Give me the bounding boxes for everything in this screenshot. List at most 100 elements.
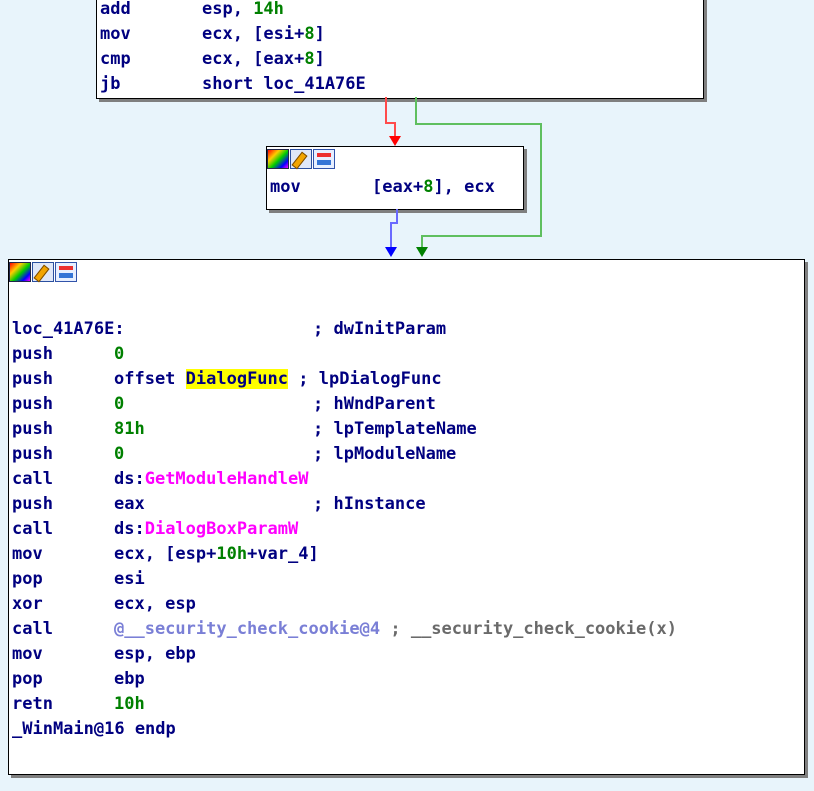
- mnemonic: call: [12, 519, 53, 539]
- edge-uncond-branch: [396, 209, 398, 223]
- immediate-value: 8: [304, 24, 315, 44]
- edge-false-arrowhead: [416, 247, 428, 257]
- immediate-value: 81h: [114, 419, 145, 439]
- edge-false-branch: [421, 235, 542, 237]
- asm-line[interactable]: jb short loc_41A76E: [100, 72, 703, 97]
- operands: [eax+: [372, 177, 424, 197]
- api-call-name[interactable]: DialogBoxParamW: [145, 519, 299, 539]
- location-label[interactable]: loc_41A76E:: [12, 317, 313, 342]
- asm-line[interactable]: mov ecx, [esp+10h+var_4]: [12, 542, 804, 567]
- operands: ecx, esp: [114, 594, 196, 614]
- edge-true-branch: [385, 97, 387, 123]
- label-line[interactable]: loc_41A76E:; dwInitParam: [12, 317, 804, 342]
- function-end-marker: _WinMain@16 endp: [12, 719, 176, 739]
- comment: ; lpDialogFunc: [298, 369, 442, 389]
- comment: ; __security_check_cookie(x): [390, 619, 677, 639]
- asm-line[interactable]: mov ecx, [esi+8]: [100, 22, 703, 47]
- comment: ; hInstance: [313, 494, 426, 514]
- endp-line[interactable]: _WinMain@16 endp: [12, 717, 804, 742]
- edge-false-branch: [421, 235, 423, 249]
- mnemonic: call: [12, 469, 53, 489]
- colors-icon[interactable]: [267, 149, 289, 169]
- comment: ; hWndParent: [313, 394, 436, 414]
- graph-icon[interactable]: [55, 262, 77, 282]
- mnemonic: push: [12, 419, 53, 439]
- operands: ecx, [eax+: [202, 49, 305, 69]
- code-block-middle[interactable]: mov [eax+8], ecx: [266, 146, 524, 210]
- asm-line[interactable]: retn 10h: [12, 692, 804, 717]
- code-block-top[interactable]: add esp, 14h mov ecx, [esi+8] cmp ecx, [eax…: [96, 0, 704, 99]
- asm-line[interactable]: add esp, 14h: [100, 0, 703, 22]
- comment: ; lpTemplateName: [313, 419, 477, 439]
- immediate-value: 8: [423, 177, 434, 197]
- mnemonic: pop: [12, 669, 43, 689]
- mnemonic: pop: [12, 569, 43, 589]
- asm-line[interactable]: pop esi: [12, 567, 804, 592]
- edge-uncond-arrowhead: [385, 247, 397, 257]
- library-function-name[interactable]: @__security_check_cookie@4: [114, 619, 380, 639]
- mnemonic: push: [12, 444, 53, 464]
- asm-line[interactable]: push eax ; hInstance: [12, 492, 804, 517]
- operands: esi: [114, 569, 145, 589]
- edge-true-branch: [394, 122, 396, 140]
- comment: ; lpModuleName: [313, 444, 457, 464]
- asm-line[interactable]: xor ecx, esp: [12, 592, 804, 617]
- edit-icon[interactable]: [290, 149, 312, 169]
- edge-false-branch: [415, 123, 542, 125]
- operand-prefix: ds:: [114, 469, 145, 489]
- colors-icon[interactable]: [9, 262, 31, 282]
- operands: ecx, [esp+: [114, 544, 217, 564]
- block-toolbar: [267, 149, 335, 171]
- edge-false-branch: [415, 97, 417, 124]
- operands-tail: ], ecx: [433, 177, 495, 197]
- block-toolbar: [9, 262, 77, 284]
- graph-icon[interactable]: [313, 149, 335, 169]
- immediate-value: 10h: [114, 694, 145, 714]
- asm-line[interactable]: call ds:DialogBoxParamW: [12, 517, 804, 542]
- edge-false-branch: [540, 123, 542, 237]
- asm-line[interactable]: mov [eax+8], ecx: [270, 175, 523, 200]
- jump-target-link[interactable]: short loc_41A76E: [202, 72, 366, 97]
- mnemonic: retn: [12, 694, 53, 714]
- edge-true-arrowhead: [389, 136, 401, 146]
- code-block-main[interactable]: loc_41A76E:; dwInitParam push 0 push offse…: [8, 259, 805, 775]
- operands: esp,: [202, 0, 254, 19]
- asm-line[interactable]: push 0 ; lpModuleName: [12, 442, 804, 467]
- mnemonic: push: [12, 344, 53, 364]
- mnemonic: add: [100, 0, 131, 19]
- operand-prefix: offset: [114, 369, 186, 389]
- asm-line[interactable]: call ds:GetModuleHandleW: [12, 467, 804, 492]
- asm-line[interactable]: push 81h ; lpTemplateName: [12, 417, 804, 442]
- edge-uncond-branch: [390, 222, 392, 249]
- mnemonic: push: [12, 394, 53, 414]
- highlighted-symbol[interactable]: DialogFunc: [185, 369, 289, 389]
- operands: eax: [114, 494, 145, 514]
- immediate-value: 14h: [253, 0, 284, 19]
- asm-line[interactable]: push offset DialogFunc ; lpDialogFunc: [12, 367, 804, 392]
- operands-tail: ]: [314, 24, 325, 44]
- operands-tail: ]: [314, 49, 325, 69]
- asm-line[interactable]: call @__security_check_cookie@4 ; __secur…: [12, 617, 804, 642]
- edit-icon[interactable]: [32, 262, 54, 282]
- mnemonic: cmp: [100, 49, 131, 69]
- mnemonic: mov: [100, 24, 131, 44]
- immediate-value: 10h: [216, 544, 248, 564]
- asm-line[interactable]: push 0: [12, 342, 804, 367]
- immediate-value: 0: [114, 344, 125, 364]
- mnemonic: call: [12, 619, 53, 639]
- mnemonic: mov: [12, 544, 43, 564]
- operands: esp, ebp: [114, 644, 196, 664]
- asm-line[interactable]: push 0 ; hWndParent: [12, 392, 804, 417]
- mnemonic: xor: [12, 594, 43, 614]
- mnemonic: push: [12, 369, 53, 389]
- asm-line[interactable]: cmp ecx, [eax+8]: [100, 47, 703, 72]
- asm-line[interactable]: pop ebp: [12, 667, 804, 692]
- operands: ebp: [114, 669, 145, 689]
- immediate-value: 8: [304, 49, 315, 69]
- block-header: [267, 147, 523, 171]
- api-call-name[interactable]: GetModuleHandleW: [145, 469, 309, 489]
- asm-line[interactable]: mov esp, ebp: [12, 642, 804, 667]
- immediate-value: 0: [114, 444, 125, 464]
